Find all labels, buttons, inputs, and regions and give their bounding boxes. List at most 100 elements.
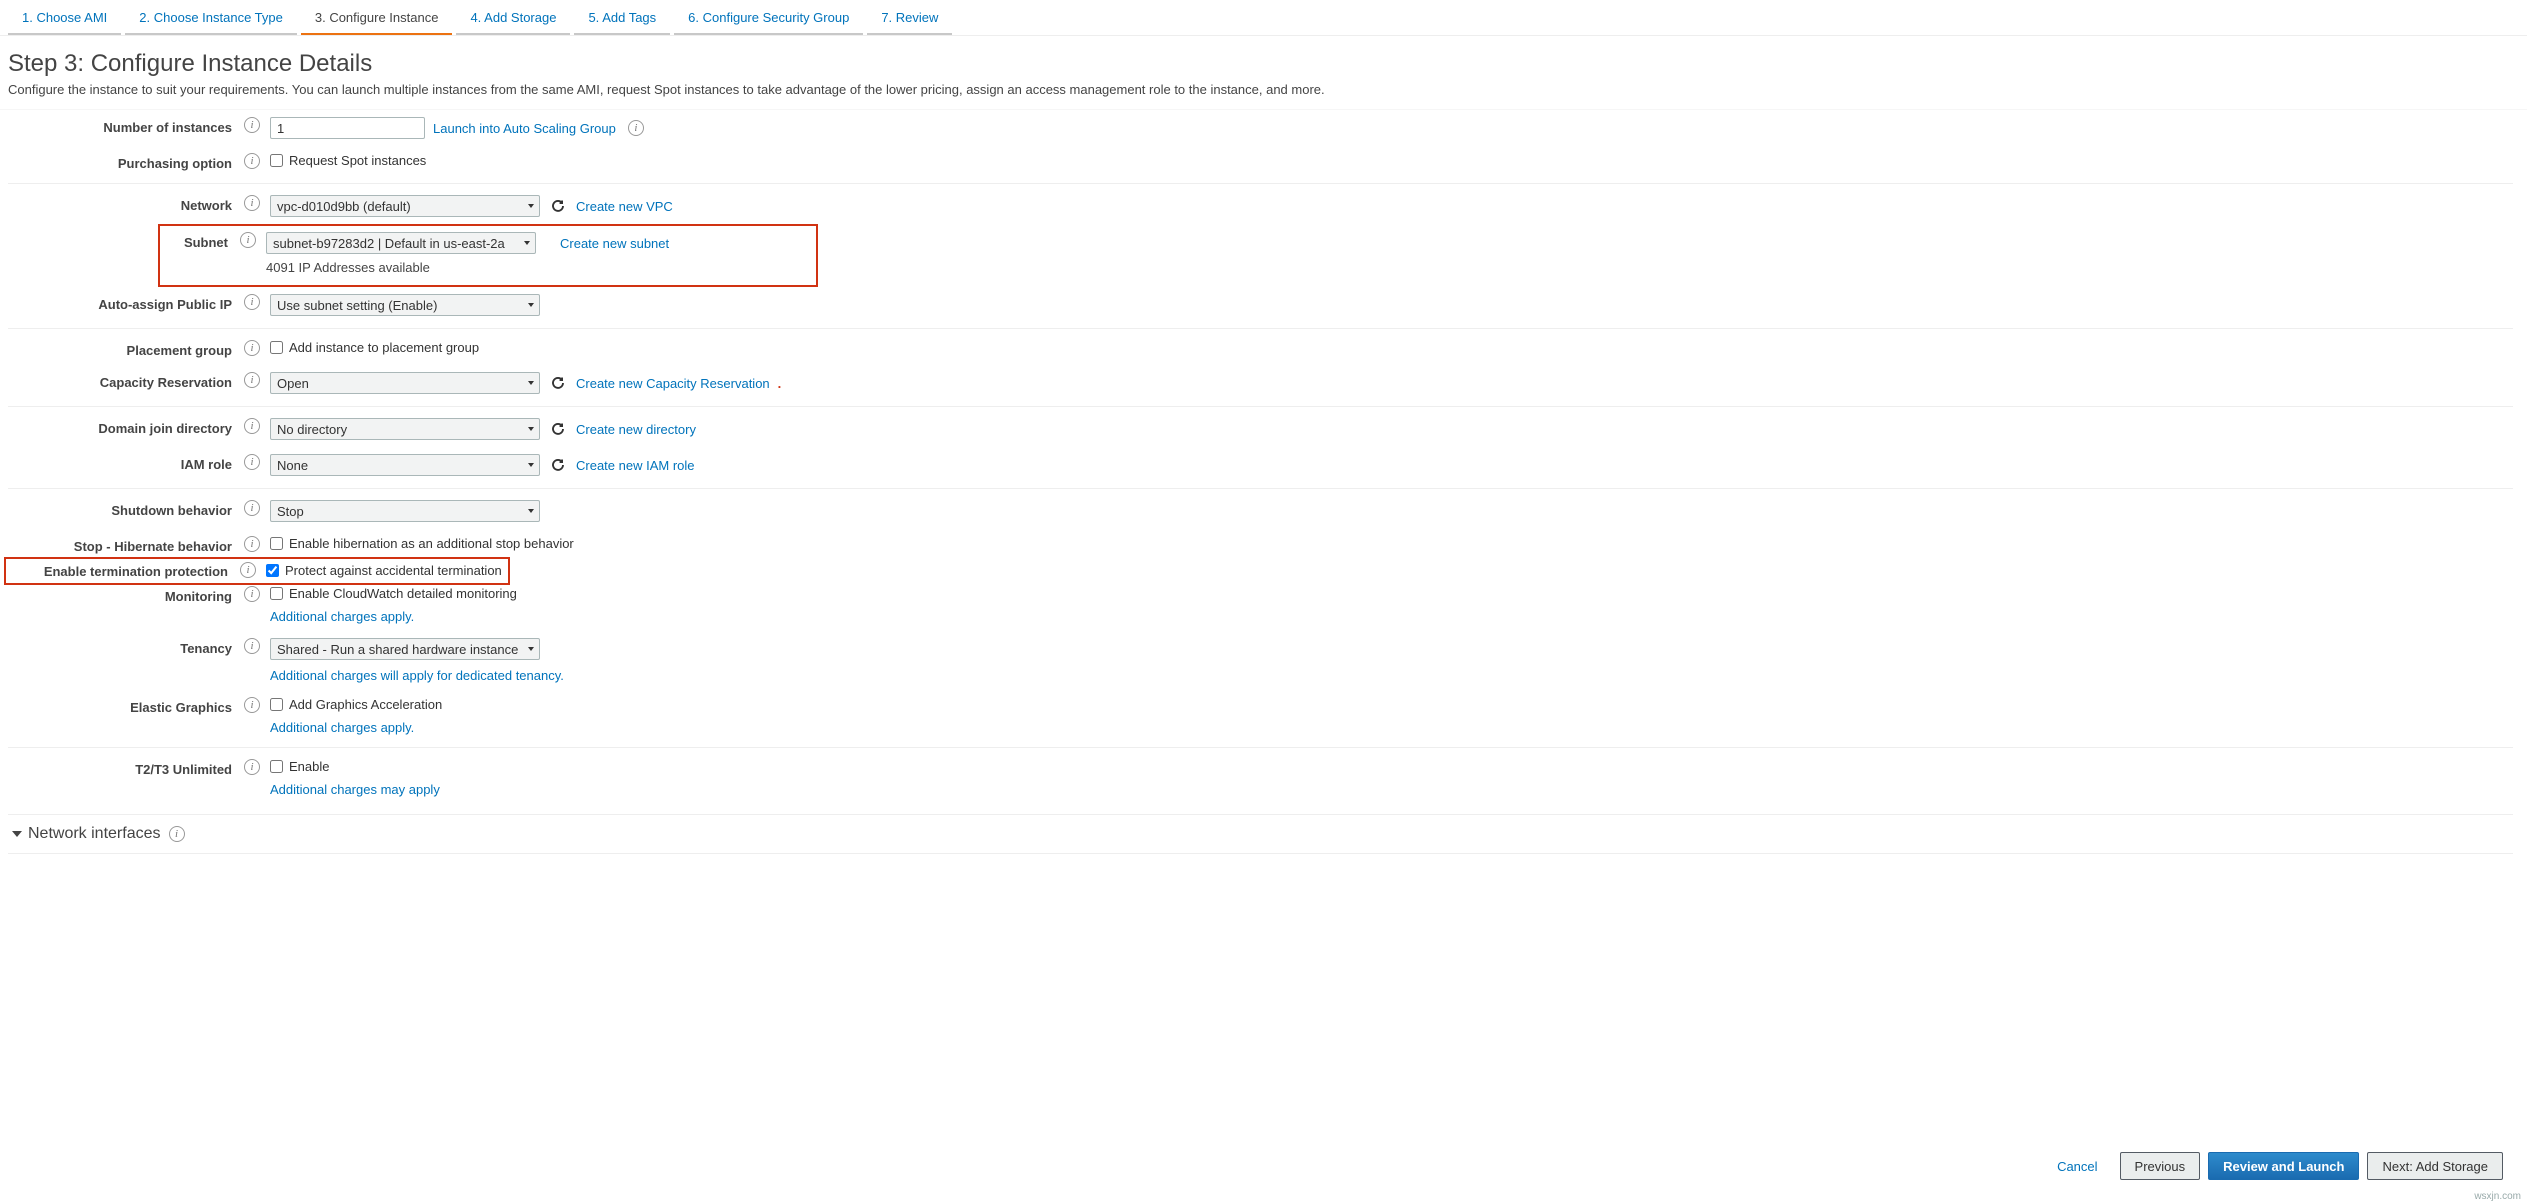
- refresh-icon[interactable]: [548, 196, 568, 216]
- create-capacity-link[interactable]: Create new Capacity Reservation: [576, 376, 770, 391]
- info-icon[interactable]: i: [244, 195, 260, 211]
- info-icon[interactable]: i: [244, 418, 260, 434]
- monitoring-checkbox[interactable]: [270, 587, 283, 600]
- tab-add-tags[interactable]: 5. Add Tags: [574, 4, 670, 35]
- row-tenancy: Tenancy i Shared - Run a shared hardware…: [8, 631, 2513, 690]
- dot-icon: .: [778, 376, 784, 391]
- info-icon[interactable]: i: [244, 697, 260, 713]
- tenancy-select[interactable]: Shared - Run a shared hardware instance: [270, 638, 540, 660]
- form-scroll-area[interactable]: Number of instances i Launch into Auto S…: [0, 109, 2527, 1153]
- row-monitoring: Monitoring i Enable CloudWatch detailed …: [8, 579, 2513, 631]
- refresh-icon[interactable]: [548, 419, 568, 439]
- label-purchasing-option: Purchasing option: [8, 153, 240, 171]
- label-t2t3-unlimited: T2/T3 Unlimited: [8, 759, 240, 777]
- create-iam-link[interactable]: Create new IAM role: [576, 458, 695, 473]
- launch-asg-link[interactable]: Launch into Auto Scaling Group: [433, 121, 616, 136]
- elastic-graphics-checkbox[interactable]: [270, 698, 283, 711]
- section-network-interfaces[interactable]: Network interfaces i: [8, 814, 2513, 853]
- label-shutdown-behavior: Shutdown behavior: [8, 500, 240, 518]
- placement-group-checkbox[interactable]: [270, 341, 283, 354]
- info-icon[interactable]: i: [244, 117, 260, 133]
- subnet-highlight-box: Subnet i subnet-b97283d2 | Default in us…: [158, 224, 818, 287]
- info-icon[interactable]: i: [244, 153, 260, 169]
- info-icon[interactable]: i: [244, 340, 260, 356]
- row-t2t3-unlimited: T2/T3 Unlimited i Enable Additional char…: [8, 752, 2513, 804]
- row-purchasing-option: Purchasing option i Request Spot instanc…: [8, 146, 2513, 184]
- info-icon[interactable]: i: [244, 500, 260, 516]
- domain-directory-select[interactable]: No directory: [270, 418, 540, 440]
- iam-role-select[interactable]: None: [270, 454, 540, 476]
- label-termination-protection: Enable termination protection: [8, 561, 236, 579]
- shutdown-behavior-select[interactable]: Stop: [270, 500, 540, 522]
- info-icon[interactable]: i: [244, 372, 260, 388]
- hibernate-label: Enable hibernation as an additional stop…: [289, 536, 574, 551]
- request-spot-checkbox[interactable]: [270, 154, 283, 167]
- auto-assign-ip-select[interactable]: Use subnet setting (Enable): [270, 294, 540, 316]
- page-title: Step 3: Configure Instance Details: [8, 50, 2519, 78]
- termination-protection-label: Protect against accidental termination: [285, 563, 502, 578]
- subnet-ip-note: 4091 IP Addresses available: [266, 260, 669, 275]
- info-icon[interactable]: i: [244, 454, 260, 470]
- row-shutdown-behavior: Shutdown behavior i Stop: [8, 493, 2513, 529]
- cancel-button[interactable]: Cancel: [2043, 1152, 2111, 1180]
- info-icon[interactable]: i: [240, 232, 256, 248]
- termination-protection-checkbox[interactable]: [266, 564, 279, 577]
- network-select[interactable]: vpc-d010d9bb (default): [270, 195, 540, 217]
- previous-button[interactable]: Previous: [2120, 1152, 2201, 1180]
- caret-down-icon: [12, 831, 22, 837]
- tab-security-group[interactable]: 6. Configure Security Group: [674, 4, 863, 35]
- label-elastic-graphics: Elastic Graphics: [8, 697, 240, 715]
- refresh-icon[interactable]: [548, 455, 568, 475]
- info-icon[interactable]: i: [244, 638, 260, 654]
- tenancy-charges-link[interactable]: Additional charges will apply for dedica…: [270, 668, 564, 683]
- request-spot-label: Request Spot instances: [289, 153, 426, 168]
- row-auto-assign-ip: Auto-assign Public IP i Use subnet setti…: [8, 287, 2513, 329]
- create-vpc-link[interactable]: Create new VPC: [576, 199, 673, 214]
- tab-review[interactable]: 7. Review: [867, 4, 952, 35]
- label-number-of-instances: Number of instances: [8, 117, 240, 135]
- label-domain-directory: Domain join directory: [8, 418, 240, 436]
- capacity-reservation-select[interactable]: Open: [270, 372, 540, 394]
- tab-choose-instance-type[interactable]: 2. Choose Instance Type: [125, 4, 297, 35]
- row-number-of-instances: Number of instances i Launch into Auto S…: [8, 110, 2513, 146]
- info-icon[interactable]: i: [169, 826, 185, 842]
- create-directory-link[interactable]: Create new directory: [576, 422, 696, 437]
- number-of-instances-input[interactable]: [270, 117, 425, 139]
- info-icon[interactable]: i: [244, 536, 260, 552]
- refresh-icon[interactable]: [548, 373, 568, 393]
- footer-bar: Cancel Previous Review and Launch Next: …: [0, 1144, 2503, 1188]
- review-launch-button[interactable]: Review and Launch: [2208, 1152, 2359, 1180]
- label-hibernate: Stop - Hibernate behavior: [8, 536, 240, 554]
- row-placement-group: Placement group i Add instance to placem…: [8, 333, 2513, 365]
- info-icon[interactable]: i: [244, 759, 260, 775]
- t2t3-checkbox[interactable]: [270, 760, 283, 773]
- tab-choose-ami[interactable]: 1. Choose AMI: [8, 4, 121, 35]
- next-add-storage-button[interactable]: Next: Add Storage: [2367, 1152, 2503, 1180]
- label-iam-role: IAM role: [8, 454, 240, 472]
- t2t3-label: Enable: [289, 759, 329, 774]
- label-auto-assign-ip: Auto-assign Public IP: [8, 294, 240, 312]
- info-icon[interactable]: i: [244, 586, 260, 602]
- tab-configure-instance[interactable]: 3. Configure Instance: [301, 4, 453, 35]
- elastic-graphics-label: Add Graphics Acceleration: [289, 697, 442, 712]
- tab-add-storage[interactable]: 4. Add Storage: [456, 4, 570, 35]
- hibernate-checkbox[interactable]: [270, 537, 283, 550]
- page-subtitle: Configure the instance to suit your requ…: [8, 82, 2519, 97]
- monitoring-label: Enable CloudWatch detailed monitoring: [289, 586, 517, 601]
- row-iam-role: IAM role i None Create new IAM role: [8, 447, 2513, 489]
- placement-group-label: Add instance to placement group: [289, 340, 479, 355]
- label-subnet: Subnet: [164, 232, 236, 250]
- info-icon[interactable]: i: [240, 562, 256, 578]
- elastic-charges-link[interactable]: Additional charges apply.: [270, 720, 442, 735]
- row-network: Network i vpc-d010d9bb (default) Create …: [8, 188, 2513, 224]
- label-capacity-reservation: Capacity Reservation: [8, 372, 240, 390]
- subnet-select[interactable]: subnet-b97283d2 | Default in us-east-2a: [266, 232, 536, 254]
- watermark-text: wsxjn.com: [2474, 1191, 2521, 1202]
- info-icon[interactable]: i: [628, 120, 644, 136]
- row-elastic-graphics: Elastic Graphics i Add Graphics Accelera…: [8, 690, 2513, 748]
- info-icon[interactable]: i: [244, 294, 260, 310]
- create-subnet-link[interactable]: Create new subnet: [560, 236, 669, 251]
- monitoring-charges-link[interactable]: Additional charges apply.: [270, 609, 517, 624]
- row-termination-protection: Enable termination protection i Protect …: [8, 561, 2513, 579]
- t2t3-charges-link[interactable]: Additional charges may apply: [270, 782, 440, 797]
